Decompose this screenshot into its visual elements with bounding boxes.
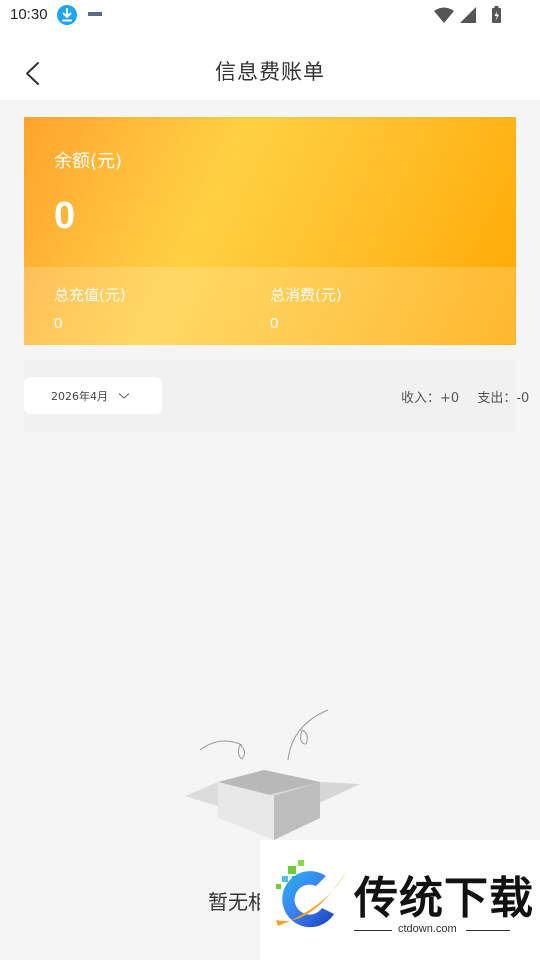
- watermark-divider-left: [354, 930, 392, 931]
- balance-value: 0: [54, 195, 76, 237]
- app-notification-icon: [88, 12, 102, 16]
- watermark-url: ctdown.com: [398, 923, 457, 935]
- watermark-title: 传统下载: [354, 873, 534, 924]
- total-recharge-value: 0: [54, 315, 63, 332]
- month-picker-label: 2026年4月: [51, 390, 108, 403]
- income-summary: 收入：+0: [401, 391, 460, 406]
- wifi-icon: [434, 7, 454, 23]
- page-title: 信息费账单: [215, 60, 325, 84]
- balance-label: 余额(元): [54, 151, 123, 172]
- total-consume-value: 0: [270, 315, 279, 332]
- ctdown-logo-icon: [276, 860, 346, 928]
- empty-state-text: 暂无相: [208, 890, 268, 914]
- income-expense-summary: 收入：+0 支出：-0: [401, 387, 529, 406]
- filter-bar: 2026年4月 收入：+0 支出：-0: [24, 360, 529, 432]
- empty-box-illustration: [185, 709, 360, 840]
- status-time: 10:30: [10, 6, 48, 23]
- app-header: 信息费账单: [0, 32, 540, 100]
- total-consume-label: 总消费(元): [270, 286, 342, 304]
- balance-card: 余额(元) 0 总充值(元) 0 总消费(元) 0: [24, 117, 516, 345]
- total-recharge-stat: 总充值(元) 0: [54, 284, 126, 332]
- expense-summary: 支出：-0: [477, 391, 530, 406]
- download-notification-icon: [57, 5, 77, 25]
- chevron-down-icon: [118, 393, 130, 399]
- total-consume-stat: 总消费(元) 0: [270, 284, 342, 332]
- watermark-divider-right: [466, 930, 510, 931]
- watermark-overlay: 传统下载 ctdown.com: [260, 840, 540, 960]
- cell-signal-icon: [460, 7, 476, 23]
- month-picker[interactable]: 2026年4月: [24, 377, 162, 414]
- balance-stats: 总充值(元) 0 总消费(元) 0: [24, 267, 516, 345]
- total-recharge-label: 总充值(元): [54, 286, 126, 304]
- signal-battery-icons: [434, 6, 501, 23]
- status-bar: 10:30: [0, 0, 540, 32]
